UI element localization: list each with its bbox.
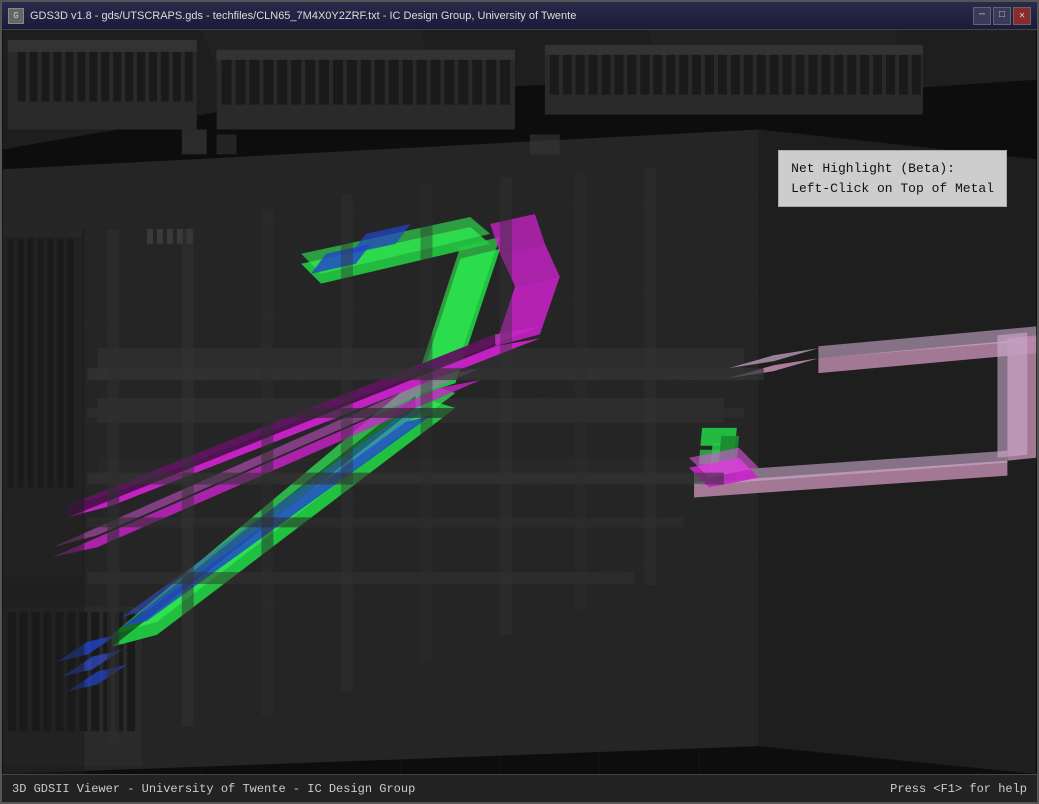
3d-viewport[interactable]: Net Highlight (Beta): Left-Click on Top … bbox=[2, 30, 1037, 774]
3d-scene bbox=[2, 30, 1037, 774]
minimize-button[interactable]: ─ bbox=[973, 7, 991, 25]
status-bar: 3D GDSII Viewer - University of Twente -… bbox=[2, 774, 1037, 802]
net-highlight-tooltip: Net Highlight (Beta): Left-Click on Top … bbox=[778, 150, 1007, 207]
tooltip-line2: Left-Click on Top of Metal bbox=[791, 179, 994, 199]
window-title: GDS3D v1.8 - gds/UTSCRAPS.gds - techfile… bbox=[30, 10, 576, 22]
app-icon: G bbox=[8, 8, 24, 24]
title-bar-left: G GDS3D v1.8 - gds/UTSCRAPS.gds - techfi… bbox=[8, 8, 576, 24]
tooltip-line1: Net Highlight (Beta): bbox=[791, 159, 994, 179]
status-right-text: Press <F1> for help bbox=[890, 782, 1027, 796]
maximize-button[interactable]: □ bbox=[993, 7, 1011, 25]
status-left-text: 3D GDSII Viewer - University of Twente -… bbox=[12, 782, 415, 796]
title-bar: G GDS3D v1.8 - gds/UTSCRAPS.gds - techfi… bbox=[2, 2, 1037, 30]
main-window: G GDS3D v1.8 - gds/UTSCRAPS.gds - techfi… bbox=[0, 0, 1039, 804]
close-button[interactable]: ✕ bbox=[1013, 7, 1031, 25]
window-controls: ─ □ ✕ bbox=[973, 7, 1031, 25]
